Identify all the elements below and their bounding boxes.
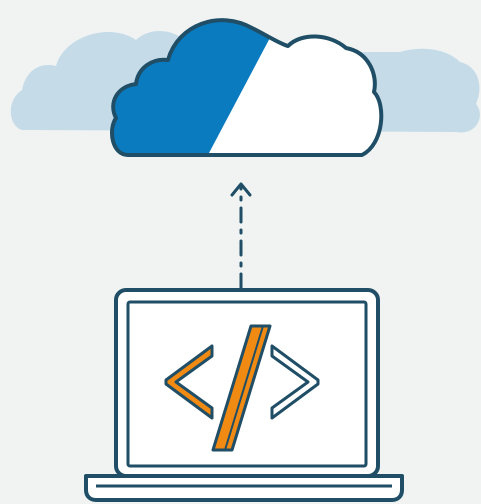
cloud-deploy-illustration <box>0 0 481 504</box>
illustration-canvas <box>10 18 480 502</box>
upload-arrow-icon <box>230 182 252 290</box>
cloud-icon <box>110 18 384 157</box>
